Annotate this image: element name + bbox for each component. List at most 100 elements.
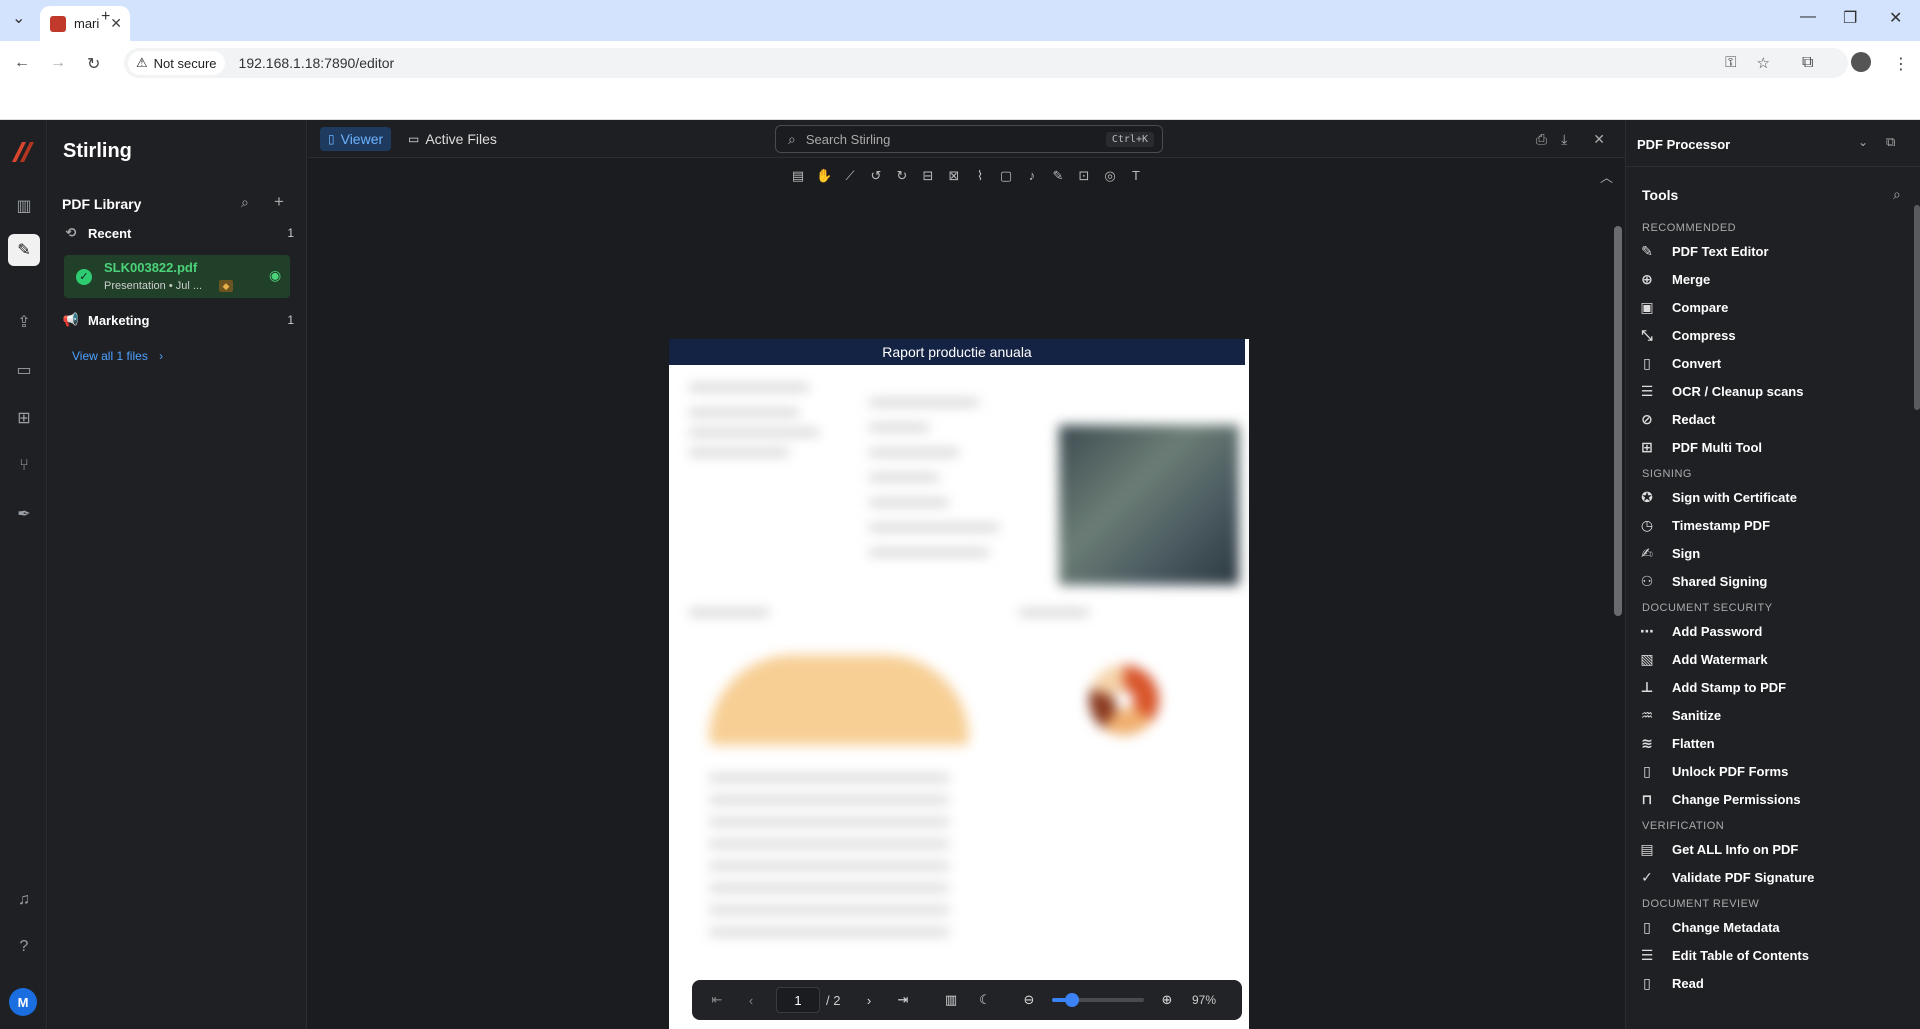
split-view-icon[interactable]: ⊟ (920, 168, 936, 184)
new-tab-icon[interactable]: + (101, 8, 110, 26)
tab-search-chevron-icon[interactable]: ⌄ (12, 8, 25, 28)
tool-item[interactable]: ☰ OCR / Cleanup scans (1638, 380, 1804, 402)
tool-item[interactable]: ▯ Change Metadata (1638, 916, 1780, 938)
zoom-slider-knob[interactable] (1065, 993, 1080, 1007)
comment-icon[interactable]: ▢ (998, 168, 1014, 184)
back-icon[interactable]: ← (14, 54, 30, 72)
security-indicator[interactable]: ⚠ Not secure (128, 51, 225, 75)
tool-item[interactable]: ▧ Add Watermark (1638, 648, 1767, 670)
browser-menu-icon[interactable]: ⋮ (1893, 54, 1909, 74)
tool-item[interactable]: ▣ Compare (1638, 296, 1728, 318)
minimize-icon[interactable]: — (1800, 8, 1816, 26)
visibility-icon[interactable]: ◎ (1102, 168, 1118, 184)
library-search-icon[interactable]: ⌕ (241, 194, 249, 211)
dual-page-icon[interactable]: ▥ (934, 992, 968, 1008)
sign-tool-icon[interactable]: ✒ (8, 498, 40, 530)
upload-file-icon[interactable]: ⇪ (8, 306, 40, 338)
library-marketing-row[interactable]: 📢 Marketing 1 (62, 309, 294, 331)
reader-icon[interactable]: ▥ (8, 190, 40, 222)
tool-item[interactable]: ⚇ Shared Signing (1638, 570, 1768, 592)
canvas-scrollbar[interactable] (1611, 196, 1625, 1029)
collapse-toolbar-chevron-icon[interactable]: ︿ (1600, 167, 1613, 186)
attachment-icon[interactable]: ⌇ (972, 168, 988, 184)
forward-icon[interactable]: → (50, 54, 66, 72)
pdf-canvas[interactable]: Raport productie anuala (308, 196, 1611, 1029)
browser-tab[interactable]: mari ✕ (40, 6, 130, 41)
zoom-level[interactable]: 97% (1192, 993, 1216, 1007)
tool-item[interactable]: ☰ Edit Table of Contents (1638, 944, 1809, 966)
extensions-icon[interactable]: ⧉ (1802, 54, 1813, 72)
tool-item[interactable]: ⊘ Redact (1638, 408, 1715, 430)
reload-icon[interactable]: ↻ (87, 54, 100, 74)
zoom-slider[interactable] (1052, 993, 1144, 1007)
eye-icon[interactable]: ◉ (269, 267, 281, 284)
window-close-icon[interactable]: ✕ (1889, 8, 1902, 28)
print-icon[interactable]: ⎙ (1536, 131, 1547, 148)
tool-item[interactable]: ▯ Convert (1638, 352, 1721, 374)
zoom-out-icon[interactable]: ⊖ (1012, 992, 1046, 1008)
notifications-bell-icon[interactable]: ♫ (8, 884, 40, 916)
view-all-files-link[interactable]: View all 1 files › (72, 349, 163, 363)
draw-icon[interactable]: ✎ (1050, 168, 1066, 184)
tool-item[interactable]: ▯ Read (1638, 972, 1704, 994)
tab-close-icon[interactable]: ✕ (110, 15, 122, 32)
workflow-icon[interactable]: ⑂ (8, 450, 40, 482)
last-page-icon[interactable]: ⇥ (886, 992, 920, 1008)
bookmark-star-icon[interactable]: ☆ (1757, 54, 1770, 72)
close-icon[interactable]: ✕ (1593, 131, 1605, 148)
previous-page-icon[interactable]: ‹ (734, 993, 768, 1008)
page-number-input[interactable]: 1 (776, 987, 820, 1013)
restore-icon[interactable]: ❐ (1843, 8, 1857, 28)
folder-icon[interactable]: ▭ (8, 354, 40, 386)
tools-search-icon[interactable]: ⌕ (1893, 186, 1901, 203)
omnibox[interactable]: ⚠ Not secure 192.168.1.18:7890/editor (124, 48, 1848, 78)
profile-avatar[interactable] (1851, 52, 1871, 72)
panel-chevron-down-icon[interactable]: ⌄ (1858, 135, 1868, 149)
canvas-scrollbar-thumb[interactable] (1614, 226, 1622, 616)
tool-item[interactable]: ≋ Flatten (1638, 732, 1715, 754)
download-icon[interactable]: ⤓ (1561, 131, 1567, 148)
password-key-icon[interactable]: ⚿ (1725, 54, 1736, 72)
first-page-icon[interactable]: ⇤ (700, 992, 734, 1008)
bookmark-icon[interactable]: ⊠ (946, 168, 962, 184)
library-add-icon[interactable]: + (274, 192, 284, 212)
ruler-icon[interactable]: ⟋ (842, 168, 858, 184)
tool-item[interactable]: ⊞ PDF Multi Tool (1638, 436, 1762, 458)
tool-item[interactable]: ✎ PDF Text Editor (1638, 240, 1768, 262)
library-recent-row[interactable]: ⟲ Recent 1 (62, 222, 294, 244)
open-external-icon[interactable]: ⧉ (1886, 134, 1895, 150)
tool-item[interactable]: ⊕ Merge (1638, 268, 1710, 290)
search-input[interactable]: ⌕ Search Stirling Ctrl+K (775, 125, 1163, 153)
tool-item[interactable]: ✓ Validate PDF Signature (1638, 866, 1814, 888)
tool-item[interactable]: ⋯ Add Password (1638, 620, 1762, 642)
audio-icon[interactable]: ♪ (1024, 168, 1040, 184)
zoom-in-icon[interactable]: ⊕ (1150, 992, 1184, 1008)
pan-hand-icon[interactable]: ✋ (816, 168, 832, 184)
panel-scrollbar[interactable] (1914, 205, 1920, 410)
rotate-right-icon[interactable]: ↻ (894, 168, 910, 184)
tool-item[interactable]: ✍ Sign (1638, 542, 1700, 564)
tab-viewer[interactable]: ▯ Viewer (320, 127, 392, 151)
help-icon[interactable]: ? (8, 931, 40, 963)
folder-add-icon[interactable]: ⊞ (8, 402, 40, 434)
tool-item[interactable]: ⤡ Compress (1638, 324, 1735, 346)
select-text-icon[interactable]: ▤ (790, 168, 806, 184)
tool-item[interactable]: ♒ Sanitize (1638, 704, 1721, 726)
file-card[interactable]: ✓ SLK003822.pdf Presentation • Jul ... ◆… (64, 255, 290, 298)
tool-item[interactable]: ◷ Timestamp PDF (1638, 514, 1770, 536)
tool-item[interactable]: ⊓ Change Permissions (1638, 788, 1800, 810)
tool-item[interactable]: ⊥ Add Stamp to PDF (1638, 676, 1787, 698)
next-page-icon[interactable]: › (852, 993, 886, 1008)
tool-item[interactable]: ✪ Sign with Certificate (1638, 486, 1797, 508)
tool-label: PDF Multi Tool (1672, 439, 1763, 455)
text-tool-icon[interactable]: T (1128, 168, 1144, 184)
tab-active-files[interactable]: ▭ Active Files (400, 127, 505, 151)
form-icon[interactable]: ⊡ (1076, 168, 1092, 184)
dark-mode-moon-icon[interactable]: ☾ (968, 992, 1002, 1008)
tool-item[interactable]: ▯ Unlock PDF Forms (1638, 760, 1788, 782)
rotate-left-icon[interactable]: ↺ (868, 168, 884, 184)
user-avatar[interactable]: M (9, 988, 37, 1016)
edit-pen-icon[interactable]: ✎ (8, 234, 40, 266)
tool-item[interactable]: ▤ Get ALL Info on PDF (1638, 838, 1798, 860)
url-text[interactable]: 192.168.1.18:7890/editor (239, 55, 395, 71)
